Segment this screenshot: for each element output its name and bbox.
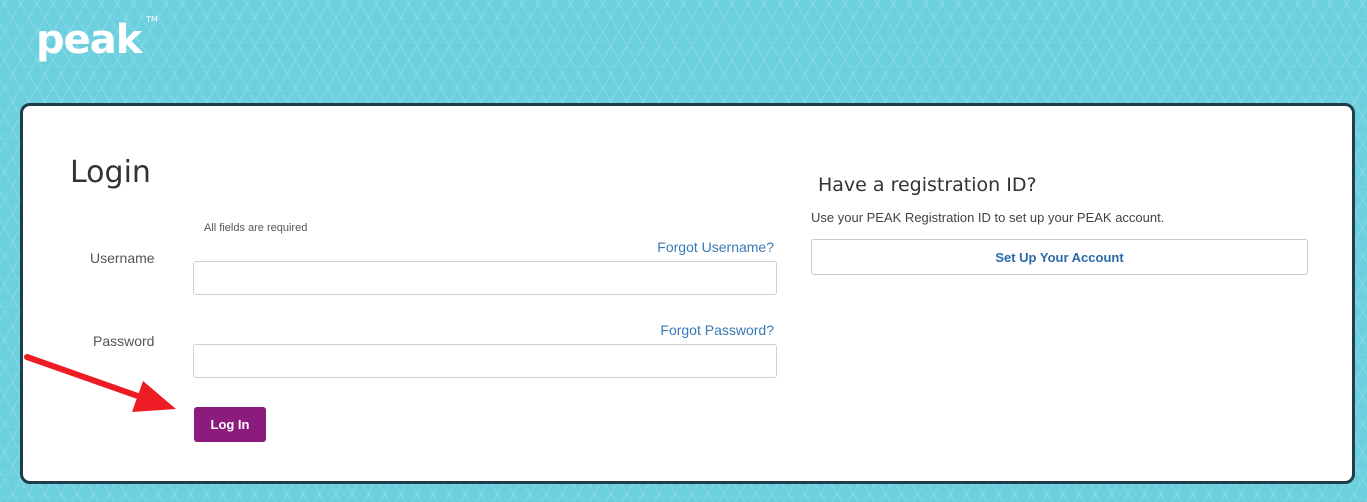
username-label: Username bbox=[90, 250, 155, 266]
peak-logo: peak bbox=[36, 17, 142, 63]
set-up-account-button[interactable]: Set Up Your Account bbox=[811, 239, 1308, 275]
password-input[interactable] bbox=[193, 344, 777, 378]
login-button[interactable]: Log In bbox=[194, 407, 266, 442]
login-title: Login bbox=[70, 155, 151, 190]
login-card: Login All fields are required Username F… bbox=[20, 103, 1355, 484]
registration-description: Use your PEAK Registration ID to set up … bbox=[811, 210, 1165, 225]
required-fields-note: All fields are required bbox=[204, 222, 308, 234]
username-input[interactable] bbox=[193, 261, 777, 295]
registration-title: Have a registration ID? bbox=[818, 174, 1037, 196]
forgot-username-link[interactable]: Forgot Username? bbox=[657, 240, 774, 254]
forgot-password-link[interactable]: Forgot Password? bbox=[660, 323, 774, 337]
trademark-mark: TM bbox=[146, 15, 158, 24]
password-label: Password bbox=[93, 333, 155, 349]
